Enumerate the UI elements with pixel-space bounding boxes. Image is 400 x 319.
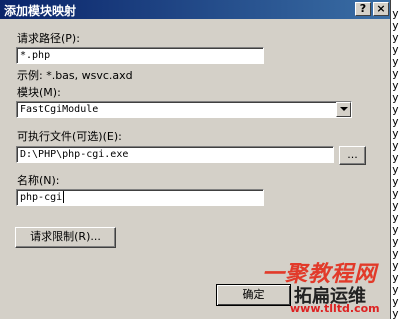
name-input[interactable]: php-cgi [16,189,264,206]
executable-label: 可执行文件(可选)(E): [17,130,122,143]
title-bar[interactable]: 添加模块映射 ? × [0,0,390,19]
screen: yyyyyyyyyyyyyyyyyyyyyyyyyy 添加模块映射 ? × 请求… [0,0,400,319]
browse-button[interactable]: ... [339,146,366,165]
window-title: 添加模块映射 [4,4,77,18]
ok-button[interactable]: 确定 [216,284,291,306]
request-restrictions-button[interactable]: 请求限制(R)... [15,227,116,248]
dropdown-arrow-icon[interactable] [336,102,351,117]
executable-value: D:\PHP\php-cgi.exe [20,149,129,160]
request-path-input[interactable]: *.php [16,47,264,64]
name-label: 名称(N): [17,174,60,187]
module-dropdown[interactable]: FastCgiModule [16,101,352,118]
text-cursor [63,191,65,203]
module-label: 模块(M): [17,86,61,99]
watermark-url: www.tlltd.com [290,302,380,315]
module-selected-value: FastCgiModule [20,104,99,115]
background-char: y [392,307,399,319]
executable-input[interactable]: D:\PHP\php-cgi.exe [16,146,334,163]
close-button[interactable]: × [373,2,389,16]
add-module-mapping-dialog: 添加模块映射 ? × 请求路径(P): *.php 示例: *.bas, wsv… [0,0,391,319]
request-path-example: 示例: *.bas, wsvc.axd [17,69,133,82]
watermark-text-2: 拓扁运维 [294,286,366,307]
request-path-label: 请求路径(P): [17,32,80,45]
help-button[interactable]: ? [355,2,371,16]
background-window-text: yyyyyyyyyyyyyyyyyyyyyyyyyy [391,0,400,319]
request-path-value: *.php [20,50,51,61]
name-value: php-cgi [20,192,63,203]
